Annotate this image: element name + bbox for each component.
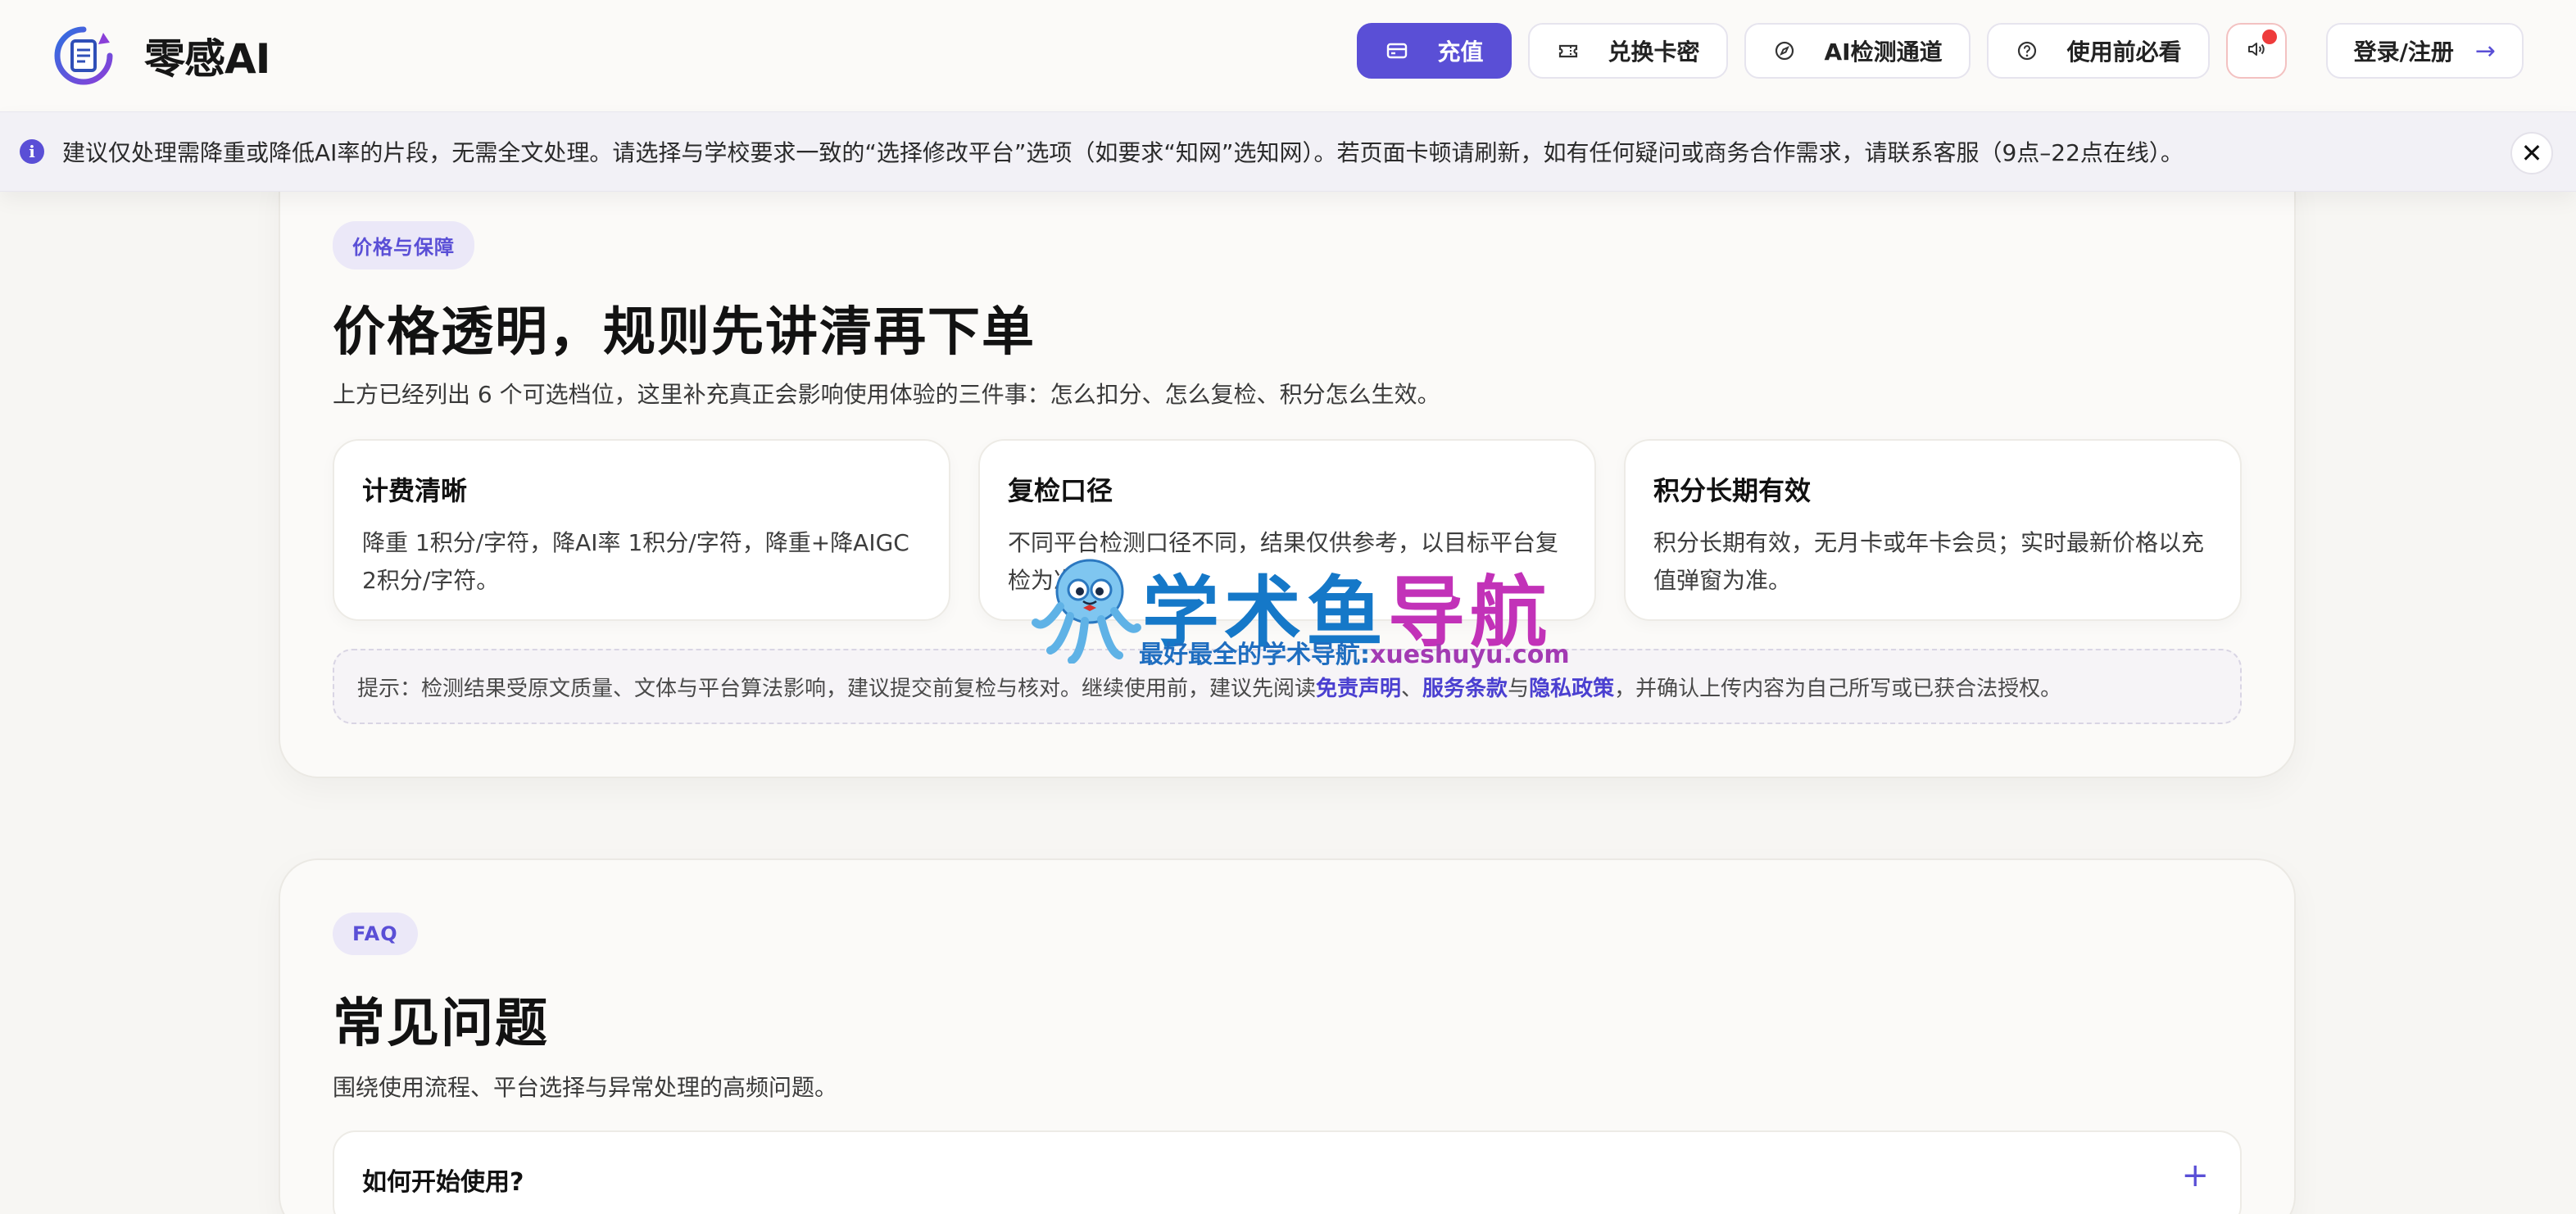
- feature-card-billing: 计费清晰 降重 1积分/字符，降AI率 1积分/字符，降重+降AIGC 2积分/…: [333, 439, 950, 621]
- redeem-code-label: 兑换卡密: [1608, 39, 1700, 66]
- app-name[interactable]: 零感AI: [144, 26, 270, 85]
- tip-prefix: 提示：检测结果受原文质量、文体与平台算法影响，建议提交前复检与核对。继续使用前，…: [357, 676, 1317, 701]
- compass-icon: [1772, 39, 1797, 63]
- usage-guide-label: 使用前必看: [2066, 39, 2182, 66]
- notice-text: 建议仅处理需降重或降低AI率的片段，无需全文处理。请选择与学校要求一致的“选择修…: [62, 139, 2184, 166]
- feature-card-credits: 积分长期有效 积分长期有效，无月卡或年卡会员；实时最新价格以充值弹窗为准。: [1624, 439, 2242, 621]
- header-actions: 充值 兑换卡密 AI检测通道 使用前必看 登录/注册 →: [1340, 23, 2524, 79]
- terms-of-service-link[interactable]: 服务条款: [1422, 672, 1508, 702]
- notice-banner: i 建议仅处理需降重或降低AI率的片段，无需全文处理。请选择与学校要求一致的“选…: [0, 111, 2576, 192]
- feature-card-title: 复检口径: [1008, 475, 1113, 506]
- section-tag: 价格与保障: [333, 221, 474, 270]
- close-notice-button[interactable]: ✕: [2510, 132, 2553, 174]
- section-subtitle: 围绕使用流程、平台选择与异常处理的高频问题。: [333, 1074, 838, 1101]
- faq-section: FAQ 常见问题 围绕使用流程、平台选择与异常处理的高频问题。 如何开始使用? …: [279, 858, 2296, 1214]
- recharge-button[interactable]: 充值: [1357, 23, 1512, 79]
- info-icon: i: [20, 139, 44, 164]
- section-title: 常见问题: [333, 993, 549, 1054]
- feature-card-title: 积分长期有效: [1653, 475, 1812, 506]
- help-circle-icon: [2015, 39, 2039, 63]
- pricing-section: 价格与保障 价格透明，规则先讲清再下单 上方已经列出 6 个可选档位，这里补充真…: [279, 152, 2296, 778]
- feature-card-body: 积分长期有效，无月卡或年卡会员；实时最新价格以充值弹窗为准。: [1653, 529, 2205, 594]
- logo-icon[interactable]: [52, 25, 115, 87]
- close-icon: ✕: [2520, 138, 2543, 169]
- arrow-right-icon: →: [2474, 36, 2496, 66]
- section-tag: FAQ: [333, 913, 418, 955]
- usage-guide-button[interactable]: 使用前必看: [1986, 23, 2210, 79]
- top-navigation-bar: 零感AI 充值 兑换卡密 AI检测通道 使用前必看 登录/注册 →: [0, 0, 2576, 111]
- tip-suffix: ，并确认上传内容为自己所写或已获合法授权。: [1614, 676, 2062, 701]
- announcement-button[interactable]: [2225, 23, 2287, 79]
- section-title: 价格透明，规则先讲清再下单: [333, 301, 1036, 363]
- feature-card-title: 计费清晰: [362, 475, 468, 506]
- watermark: 学术鱼导航 最好最全的学术导航:xueshuyu.com: [1027, 549, 1570, 672]
- tip-separator: 、: [1401, 676, 1423, 701]
- tip-separator: 与: [1508, 676, 1530, 701]
- ai-detect-channel-button[interactable]: AI检测通道: [1744, 23, 1971, 79]
- watermark-url: xueshuyu.com: [1370, 641, 1570, 669]
- faq-item[interactable]: 如何开始使用? +: [333, 1130, 2242, 1214]
- disclaimer-link[interactable]: 免责声明: [1316, 672, 1401, 702]
- plus-icon[interactable]: +: [2181, 1157, 2209, 1194]
- ticket-icon: [1556, 39, 1581, 63]
- watermark-subtitle: 最好最全的学术导航:xueshuyu.com: [1139, 634, 1570, 670]
- redeem-code-button[interactable]: 兑换卡密: [1527, 23, 1728, 79]
- privacy-policy-link[interactable]: 隐私政策: [1529, 672, 1614, 702]
- login-register-label: 登录/注册: [2353, 39, 2454, 66]
- watermark-sub-text: 最好最全的学术导航:: [1139, 641, 1370, 669]
- card-icon: [1385, 39, 1409, 63]
- login-register-button[interactable]: 登录/注册 →: [2325, 23, 2524, 79]
- feature-card-body: 降重 1积分/字符，降AI率 1积分/字符，降重+降AIGC 2积分/字符。: [362, 529, 909, 594]
- octopus-mascot-icon: [1032, 559, 1141, 664]
- faq-question: 如何开始使用?: [362, 1168, 524, 1197]
- recharge-label: 充值: [1437, 39, 1484, 66]
- section-subtitle: 上方已经列出 6 个可选档位，这里补充真正会影响使用体验的三件事：怎么扣分、怎么…: [333, 381, 1440, 408]
- notification-dot: [2261, 29, 2277, 44]
- ai-detect-channel-label: AI检测通道: [1824, 39, 1943, 66]
